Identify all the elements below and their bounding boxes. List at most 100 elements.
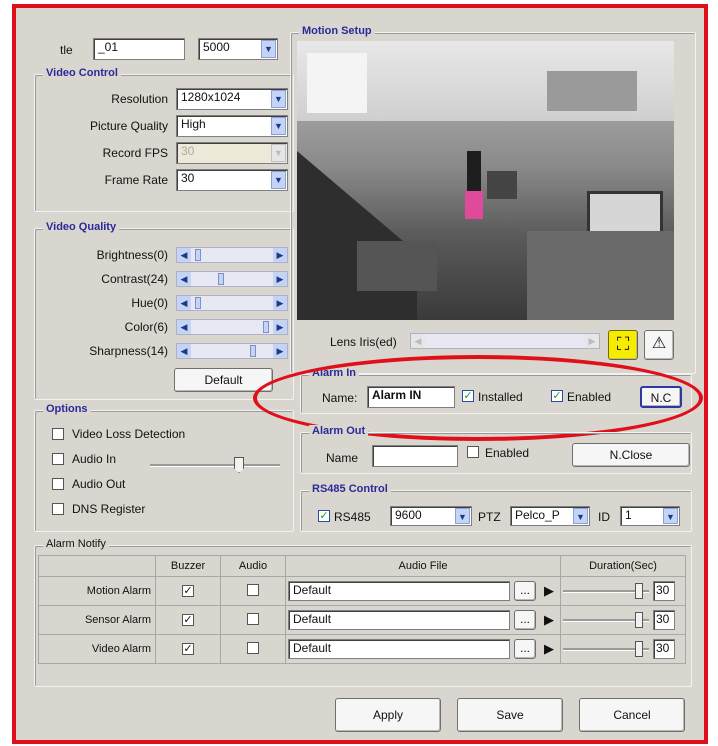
option-label: Video Loss Detection xyxy=(72,427,186,441)
browse-button[interactable]: ... xyxy=(514,610,536,630)
buzzer-checkbox[interactable]: ✓ xyxy=(182,614,194,626)
duration-input[interactable]: 30 xyxy=(653,639,675,659)
audio-file-input[interactable]: Default xyxy=(288,581,510,601)
video-control-select[interactable]: High ▼ xyxy=(176,115,288,137)
chevron-left-icon[interactable]: ◀ xyxy=(177,320,191,334)
play-icon[interactable]: ▶ xyxy=(540,641,558,657)
ptz-select[interactable]: Pelco_P ▼ xyxy=(510,506,590,526)
option-label: Audio Out xyxy=(72,477,126,491)
camera-preview[interactable] xyxy=(297,41,674,320)
browse-button[interactable]: ... xyxy=(514,639,536,659)
focus-far-button[interactable]: ⚠ xyxy=(644,330,674,360)
duration-input[interactable]: 30 xyxy=(653,610,675,630)
table-row: Video Alarm ✓ Default ... ▶ 30 xyxy=(38,634,686,664)
chevron-right-icon[interactable]: ▶ xyxy=(273,344,287,358)
title-label: tle xyxy=(60,43,73,57)
audio-file-input[interactable]: Default xyxy=(288,639,510,659)
video-control-select[interactable]: 30 ▼ xyxy=(176,169,288,191)
chevron-left-icon[interactable]: ◀ xyxy=(177,344,191,358)
slider-thumb[interactable] xyxy=(195,249,201,261)
chevron-right-icon[interactable]: ▶ xyxy=(273,272,287,286)
chevron-down-icon: ▼ xyxy=(271,117,286,135)
alarm-name: Sensor Alarm xyxy=(38,605,156,635)
alarm-out-name-input[interactable] xyxy=(372,445,458,467)
slider-thumb[interactable] xyxy=(263,321,269,333)
option-label: DNS Register xyxy=(72,502,146,516)
option-checkbox[interactable] xyxy=(52,428,64,440)
chevron-left-icon[interactable]: ◀ xyxy=(177,296,191,310)
alarm-name: Motion Alarm xyxy=(38,576,156,606)
chevron-down-icon: ▼ xyxy=(271,90,286,108)
chevron-down-icon: ▼ xyxy=(271,144,286,162)
slider-thumb[interactable] xyxy=(635,612,643,628)
rs485-checkbox[interactable]: ✓ xyxy=(318,510,330,522)
chevron-down-icon: ▼ xyxy=(261,40,276,58)
duration-input[interactable]: 30 xyxy=(653,581,675,601)
chevron-left-icon[interactable]: ◀ xyxy=(177,272,191,286)
lens-iris-slider[interactable]: ◀ ▶ xyxy=(410,333,600,349)
option-checkbox[interactable] xyxy=(52,478,64,490)
audio-file-input[interactable]: Default xyxy=(288,610,510,630)
video-quality-label: Brightness(0) xyxy=(96,248,168,262)
slider-thumb[interactable] xyxy=(195,297,201,309)
slider-thumb[interactable] xyxy=(635,583,643,599)
video-control-label: Record FPS xyxy=(102,146,168,160)
chevron-right-icon[interactable]: ▶ xyxy=(273,320,287,334)
video-quality-slider[interactable]: ◀ ▶ xyxy=(176,295,288,311)
video-quality-label: Contrast(24) xyxy=(101,272,168,286)
video-control-label: Picture Quality xyxy=(89,119,168,133)
video-quality-label: Sharpness(14) xyxy=(89,344,168,358)
column-header: Duration(Sec) xyxy=(560,555,686,577)
alarm-notify-table: Buzzer Audio Audio File Duration(Sec) Mo… xyxy=(38,555,686,664)
title-input[interactable]: _01 xyxy=(93,38,185,60)
save-button[interactable]: Save xyxy=(457,698,563,732)
audio-in-slider[interactable] xyxy=(150,457,280,473)
duration-slider[interactable] xyxy=(563,612,649,628)
video-control-select[interactable]: 30 ▼ xyxy=(176,142,288,164)
chevron-right-icon[interactable]: ▶ xyxy=(273,248,287,262)
play-icon[interactable]: ▶ xyxy=(540,612,558,628)
duration-slider[interactable] xyxy=(563,583,649,599)
option-checkbox[interactable] xyxy=(52,453,64,465)
option-checkbox[interactable] xyxy=(52,503,64,515)
table-row: Motion Alarm ✓ Default ... ▶ 30 xyxy=(38,576,686,606)
buzzer-checkbox[interactable]: ✓ xyxy=(182,585,194,597)
alarm-name: Video Alarm xyxy=(38,634,156,664)
option-label: Audio In xyxy=(72,452,117,466)
focus-near-button[interactable]: ⛶ xyxy=(608,330,638,360)
video-quality-slider[interactable]: ◀ ▶ xyxy=(176,271,288,287)
chevron-right-icon[interactable]: ▶ xyxy=(273,296,287,310)
slider-thumb[interactable] xyxy=(234,457,244,473)
video-control-select[interactable]: 1280x1024 ▼ xyxy=(176,88,288,110)
lens-iris-label: Lens Iris(ed) xyxy=(330,335,397,349)
column-header: Audio File xyxy=(285,555,561,577)
column-header: Buzzer xyxy=(155,555,221,577)
audio-checkbox[interactable] xyxy=(247,641,259,654)
table-row: Sensor Alarm ✓ Default ... ▶ 30 xyxy=(38,605,686,635)
audio-checkbox[interactable] xyxy=(247,612,259,625)
audio-checkbox[interactable] xyxy=(247,583,259,596)
slider-thumb[interactable] xyxy=(218,273,224,285)
video-quality-label: Hue(0) xyxy=(131,296,168,310)
buzzer-checkbox[interactable]: ✓ xyxy=(182,643,194,655)
play-icon[interactable]: ▶ xyxy=(540,583,558,599)
chevron-left-icon[interactable]: ◀ xyxy=(177,248,191,262)
cancel-button[interactable]: Cancel xyxy=(579,698,685,732)
ptz-id-select[interactable]: 1 ▼ xyxy=(620,506,680,526)
chevron-down-icon: ▼ xyxy=(271,171,286,189)
alarm-out-enabled-checkbox[interactable] xyxy=(467,446,479,458)
port-select[interactable]: 5000 ▼ xyxy=(198,38,278,60)
video-quality-label: Color(6) xyxy=(124,320,168,334)
slider-thumb[interactable] xyxy=(250,345,256,357)
video-control-label: Resolution xyxy=(111,92,168,106)
alarm-out-nclose-button[interactable]: N.Close xyxy=(572,443,690,467)
video-quality-slider[interactable]: ◀ ▶ xyxy=(176,343,288,359)
duration-slider[interactable] xyxy=(563,641,649,657)
video-quality-slider[interactable]: ◀ ▶ xyxy=(176,319,288,335)
video-quality-slider[interactable]: ◀ ▶ xyxy=(176,247,288,263)
browse-button[interactable]: ... xyxy=(514,581,536,601)
video-control-label: Frame Rate xyxy=(104,173,168,187)
apply-button[interactable]: Apply xyxy=(335,698,441,732)
baud-select[interactable]: 9600 ▼ xyxy=(390,506,472,526)
slider-thumb[interactable] xyxy=(635,641,643,657)
